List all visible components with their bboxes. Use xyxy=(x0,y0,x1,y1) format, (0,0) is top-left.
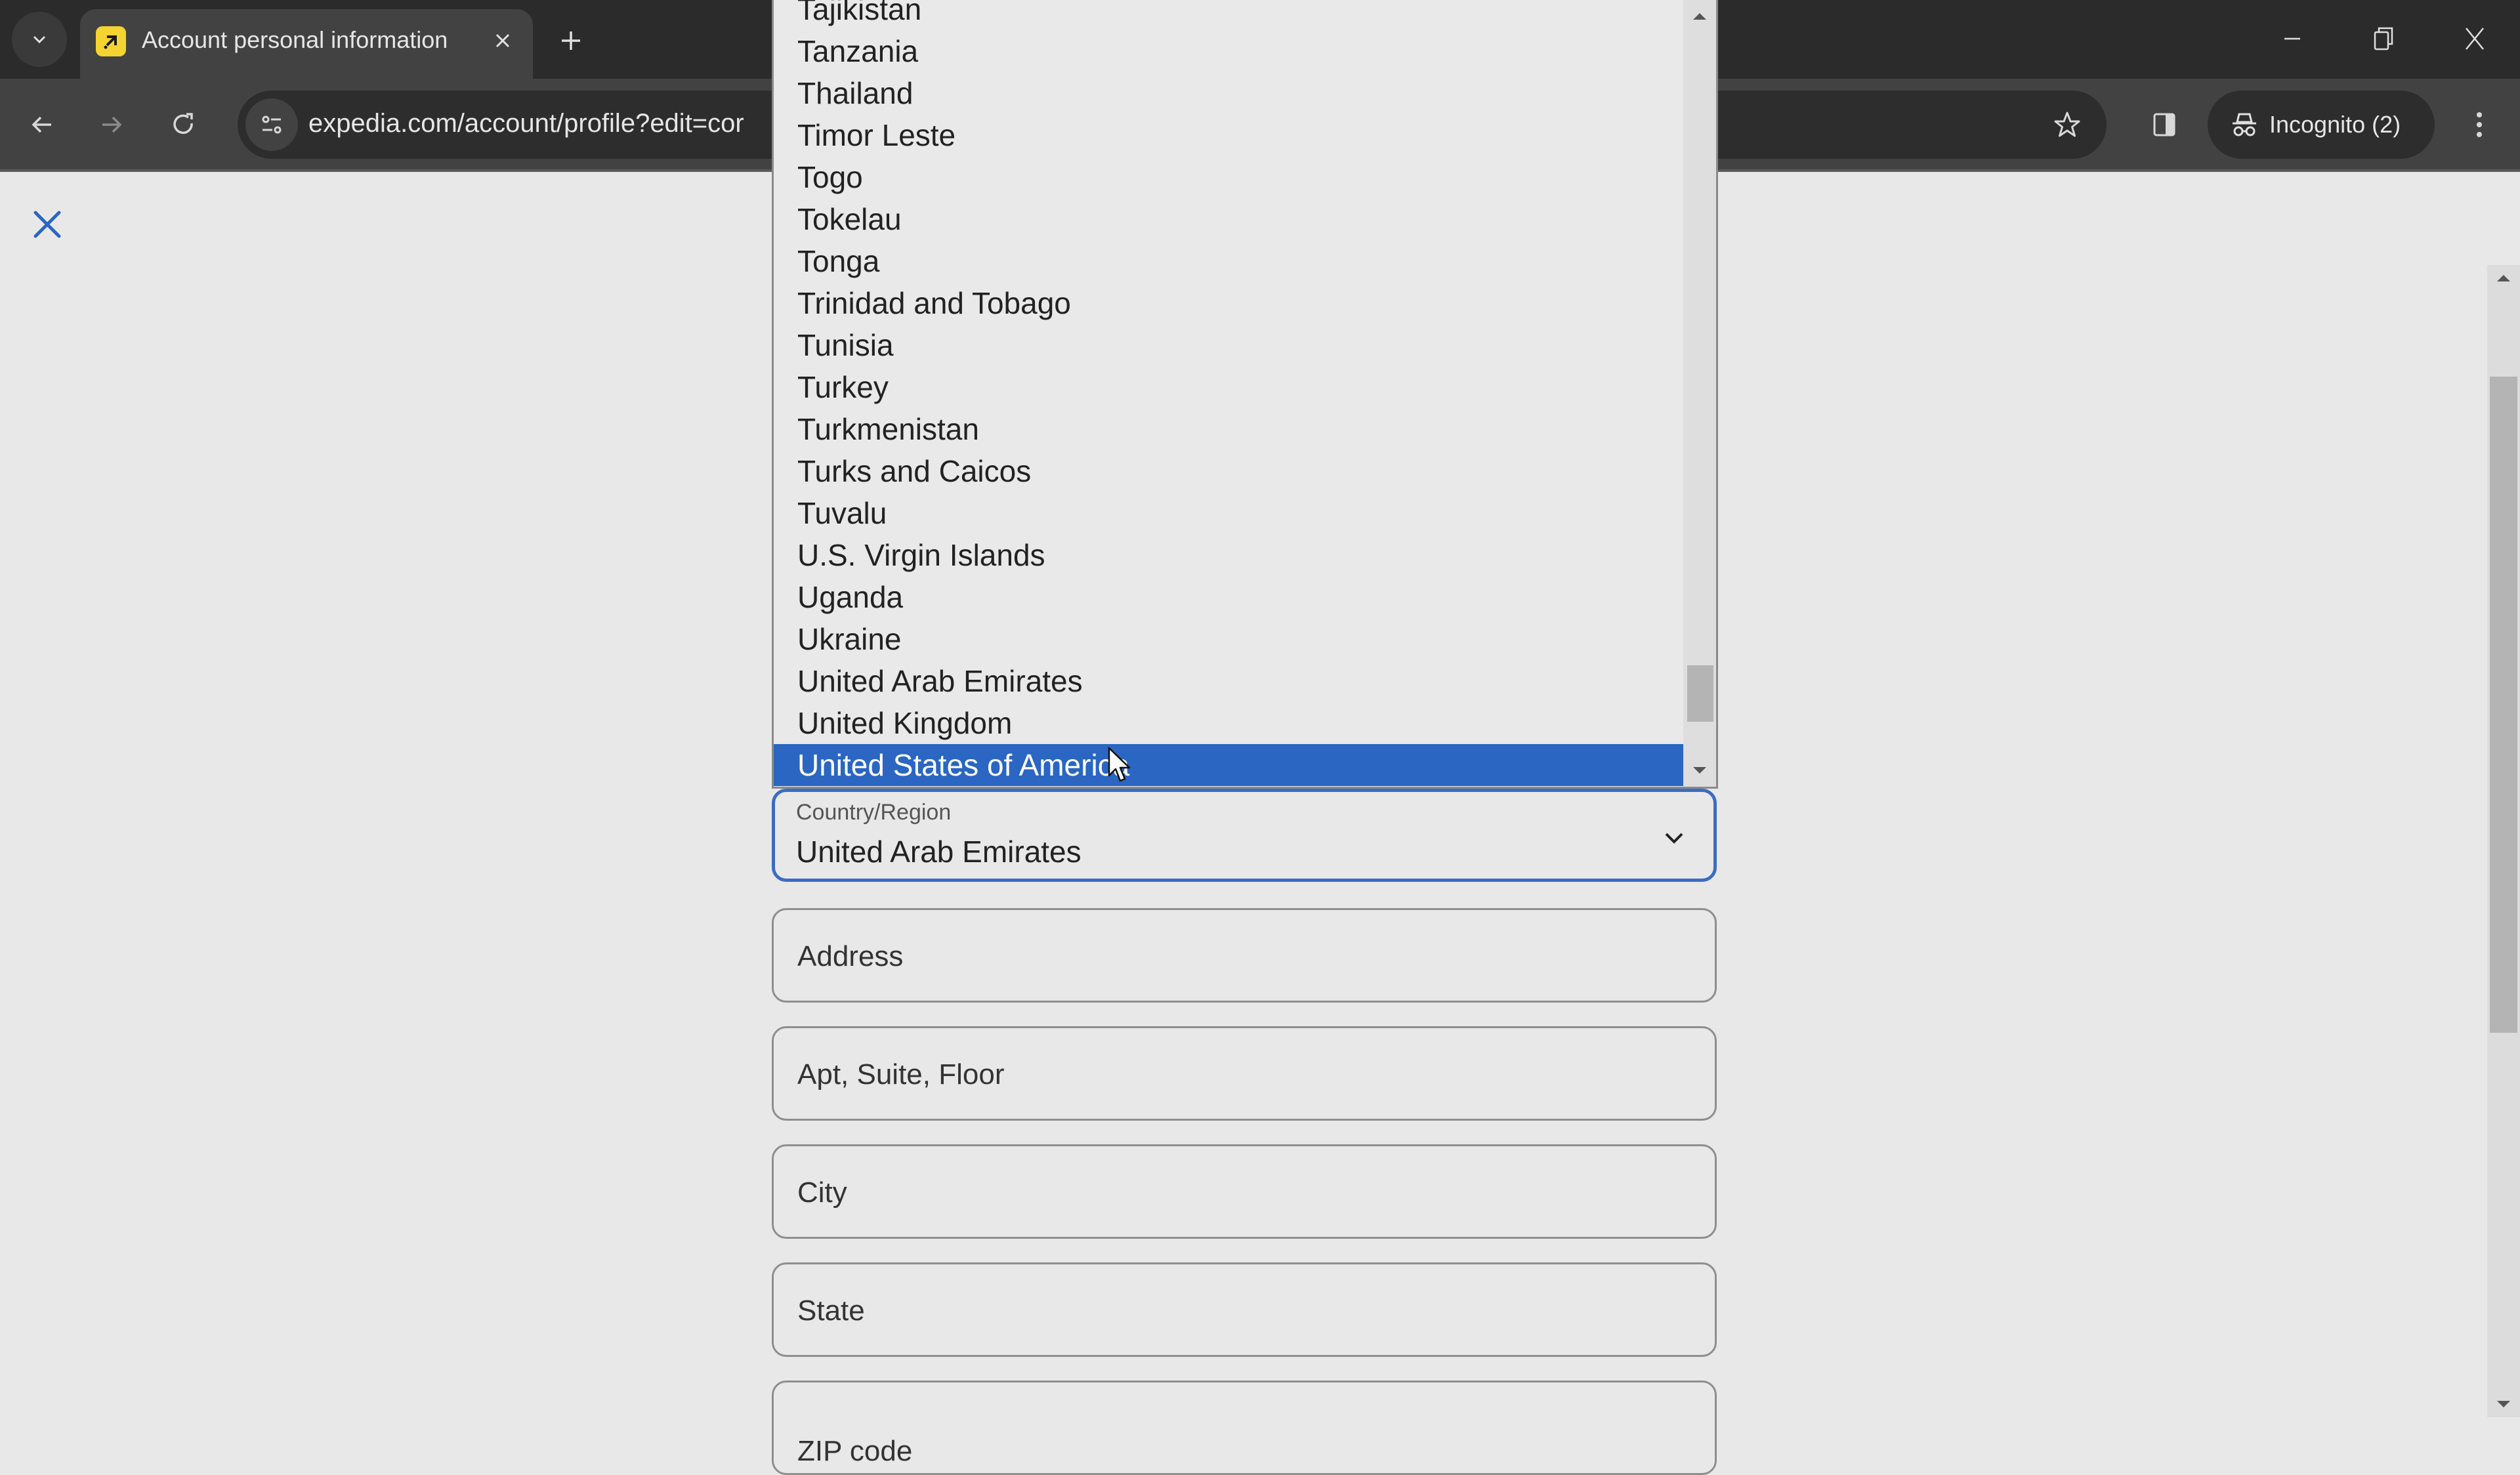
zip-code-placeholder: ZIP code xyxy=(797,1435,913,1467)
scroll-down-arrow-icon[interactable] xyxy=(2487,1391,2520,1417)
state-placeholder: State xyxy=(797,1295,865,1327)
country-region-select[interactable]: Country/Region United Arab Emirates xyxy=(772,789,1717,882)
incognito-icon xyxy=(2233,113,2256,136)
tab-close-button[interactable] xyxy=(486,24,520,58)
dropdown-option[interactable]: Tokelau xyxy=(774,198,1685,240)
site-info-button[interactable] xyxy=(245,98,298,151)
side-panel-icon xyxy=(2153,113,2175,136)
close-icon xyxy=(495,33,510,48)
mouse-cursor-icon xyxy=(1108,747,1131,782)
dropdown-option[interactable]: Timor Leste xyxy=(774,114,1685,156)
dropdown-option[interactable]: United States of America xyxy=(774,744,1685,786)
address-input[interactable]: Address xyxy=(772,908,1717,1003)
close-icon xyxy=(2466,28,2484,50)
tune-icon xyxy=(262,115,282,134)
state-input[interactable]: State xyxy=(772,1262,1717,1357)
country-region-label: Country/Region xyxy=(796,800,952,825)
dropdown-scrollbar[interactable] xyxy=(1683,0,1716,787)
dropdown-option[interactable]: Turks and Caicos xyxy=(774,450,1685,492)
dropdown-option[interactable]: Turkey xyxy=(774,366,1685,408)
zip-code-input[interactable]: ZIP code xyxy=(772,1381,1717,1475)
dropdown-option[interactable]: Togo xyxy=(774,156,1685,198)
dropdown-option[interactable]: Uganda xyxy=(774,576,1685,618)
dropdown-option[interactable]: Tonga xyxy=(774,240,1685,282)
address-placeholder: Address xyxy=(797,940,904,972)
expedia-favicon-icon xyxy=(96,26,126,56)
dropdown-option[interactable]: Tuvalu xyxy=(774,492,1685,534)
close-dialog-button[interactable] xyxy=(24,201,71,248)
new-tab-button[interactable] xyxy=(551,21,591,60)
reload-button[interactable] xyxy=(158,98,210,151)
incognito-label: Incognito (2) xyxy=(2269,111,2401,138)
active-tab[interactable]: Account personal information xyxy=(80,9,533,79)
scroll-down-arrow-icon[interactable] xyxy=(1683,754,1716,787)
tab-search-button[interactable] xyxy=(12,12,67,67)
scroll-up-arrow-icon[interactable] xyxy=(2487,265,2520,291)
dropdown-option[interactable]: Tanzania xyxy=(774,30,1685,72)
apt-suite-floor-placeholder: Apt, Suite, Floor xyxy=(797,1058,1005,1091)
city-placeholder: City xyxy=(797,1176,847,1209)
dropdown-option[interactable]: Tajikistan xyxy=(774,0,1685,30)
dropdown-scrollbar-thumb[interactable] xyxy=(1687,665,1713,722)
url-text[interactable]: expedia.com/account/profile?edit=cor xyxy=(308,109,744,138)
incognito-indicator[interactable]: Incognito (2) xyxy=(2208,91,2435,159)
more-vertical-icon xyxy=(2477,112,2482,137)
dropdown-option[interactable]: United Kingdom xyxy=(774,702,1685,744)
country-region-value: United Arab Emirates xyxy=(796,835,1082,869)
tab-title: Account personal information xyxy=(142,26,448,53)
country-dropdown-list[interactable]: Tajikistan Tanzania Thailand Timor Leste Tog… xyxy=(772,0,1718,789)
dropdown-option[interactable]: United Arab Emirates xyxy=(774,660,1685,702)
reload-icon xyxy=(173,113,193,135)
dropdown-option[interactable]: Thailand xyxy=(774,72,1685,114)
minimize-button[interactable] xyxy=(2263,16,2322,62)
scroll-up-arrow-icon[interactable] xyxy=(1683,0,1716,33)
chevron-down-icon xyxy=(33,35,46,44)
bookmark-button[interactable] xyxy=(2046,104,2088,146)
dropdown-option[interactable]: Tunisia xyxy=(774,324,1685,366)
restore-button[interactable] xyxy=(2355,16,2414,62)
side-panel-button[interactable] xyxy=(2138,98,2191,151)
star-icon xyxy=(2054,112,2080,137)
plus-icon xyxy=(562,31,580,50)
chevron-down-icon xyxy=(1661,825,1687,851)
dropdown-option[interactable]: Ukraine xyxy=(774,618,1685,660)
dropdown-option[interactable]: U.S. Virgin Islands xyxy=(774,534,1685,576)
dropdown-option[interactable]: Turkmenistan xyxy=(774,408,1685,450)
minimize-icon xyxy=(2284,37,2300,40)
page-scrollbar[interactable] xyxy=(2487,265,2520,1417)
back-button[interactable] xyxy=(16,98,68,151)
dropdown-options: Tajikistan Tanzania Thailand Timor Leste Tog… xyxy=(774,0,1685,786)
apt-suite-floor-input[interactable]: Apt, Suite, Floor xyxy=(772,1026,1717,1121)
restore-icon xyxy=(2374,27,2393,51)
city-input[interactable]: City xyxy=(772,1144,1717,1239)
arrow-left-icon xyxy=(32,116,51,133)
arrow-right-icon xyxy=(102,116,122,133)
close-icon xyxy=(33,211,61,238)
dropdown-option[interactable]: Trinidad and Tobago xyxy=(774,282,1685,324)
browser-menu-button[interactable] xyxy=(2453,98,2506,151)
window-close-button[interactable] xyxy=(2445,16,2504,62)
forward-button[interactable] xyxy=(85,98,138,151)
page-scrollbar-thumb[interactable] xyxy=(2490,377,2517,1033)
